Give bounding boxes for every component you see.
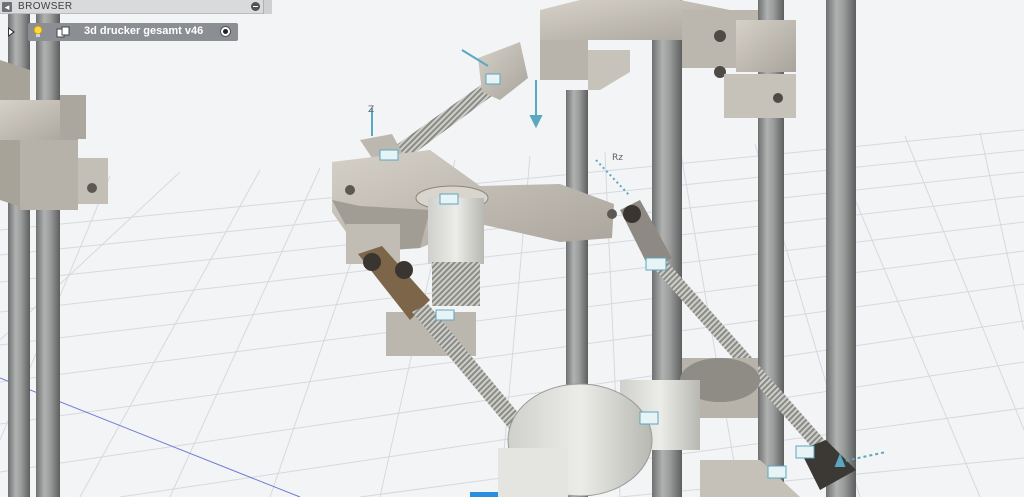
- browser-title: BROWSER: [18, 1, 73, 12]
- expand-triangle-icon[interactable]: [8, 27, 15, 37]
- browser-tree-root[interactable]: 3d drucker gesamt v46: [0, 22, 240, 42]
- model-view[interactable]: Z Rz: [0, 0, 1024, 497]
- 3d-canvas-viewport[interactable]: Z Rz: [0, 0, 1024, 497]
- component-icon: [56, 26, 70, 38]
- root-component-name[interactable]: 3d drucker gesamt v46: [84, 25, 203, 37]
- pin-panel-icon[interactable]: [251, 2, 260, 11]
- lightbulb-icon[interactable]: [33, 25, 43, 39]
- radio-active-icon[interactable]: [220, 26, 231, 37]
- svg-text:Rz: Rz: [612, 153, 623, 163]
- browser-panel-header: ◂ BROWSER: [0, 0, 272, 14]
- panel-edge-handle[interactable]: [263, 0, 272, 14]
- svg-text:Z: Z: [368, 105, 374, 115]
- left-carriage[interactable]: [0, 0, 108, 497]
- collapse-panel-icon[interactable]: ◂: [2, 2, 12, 12]
- upper-arm[interactable]: [360, 42, 528, 164]
